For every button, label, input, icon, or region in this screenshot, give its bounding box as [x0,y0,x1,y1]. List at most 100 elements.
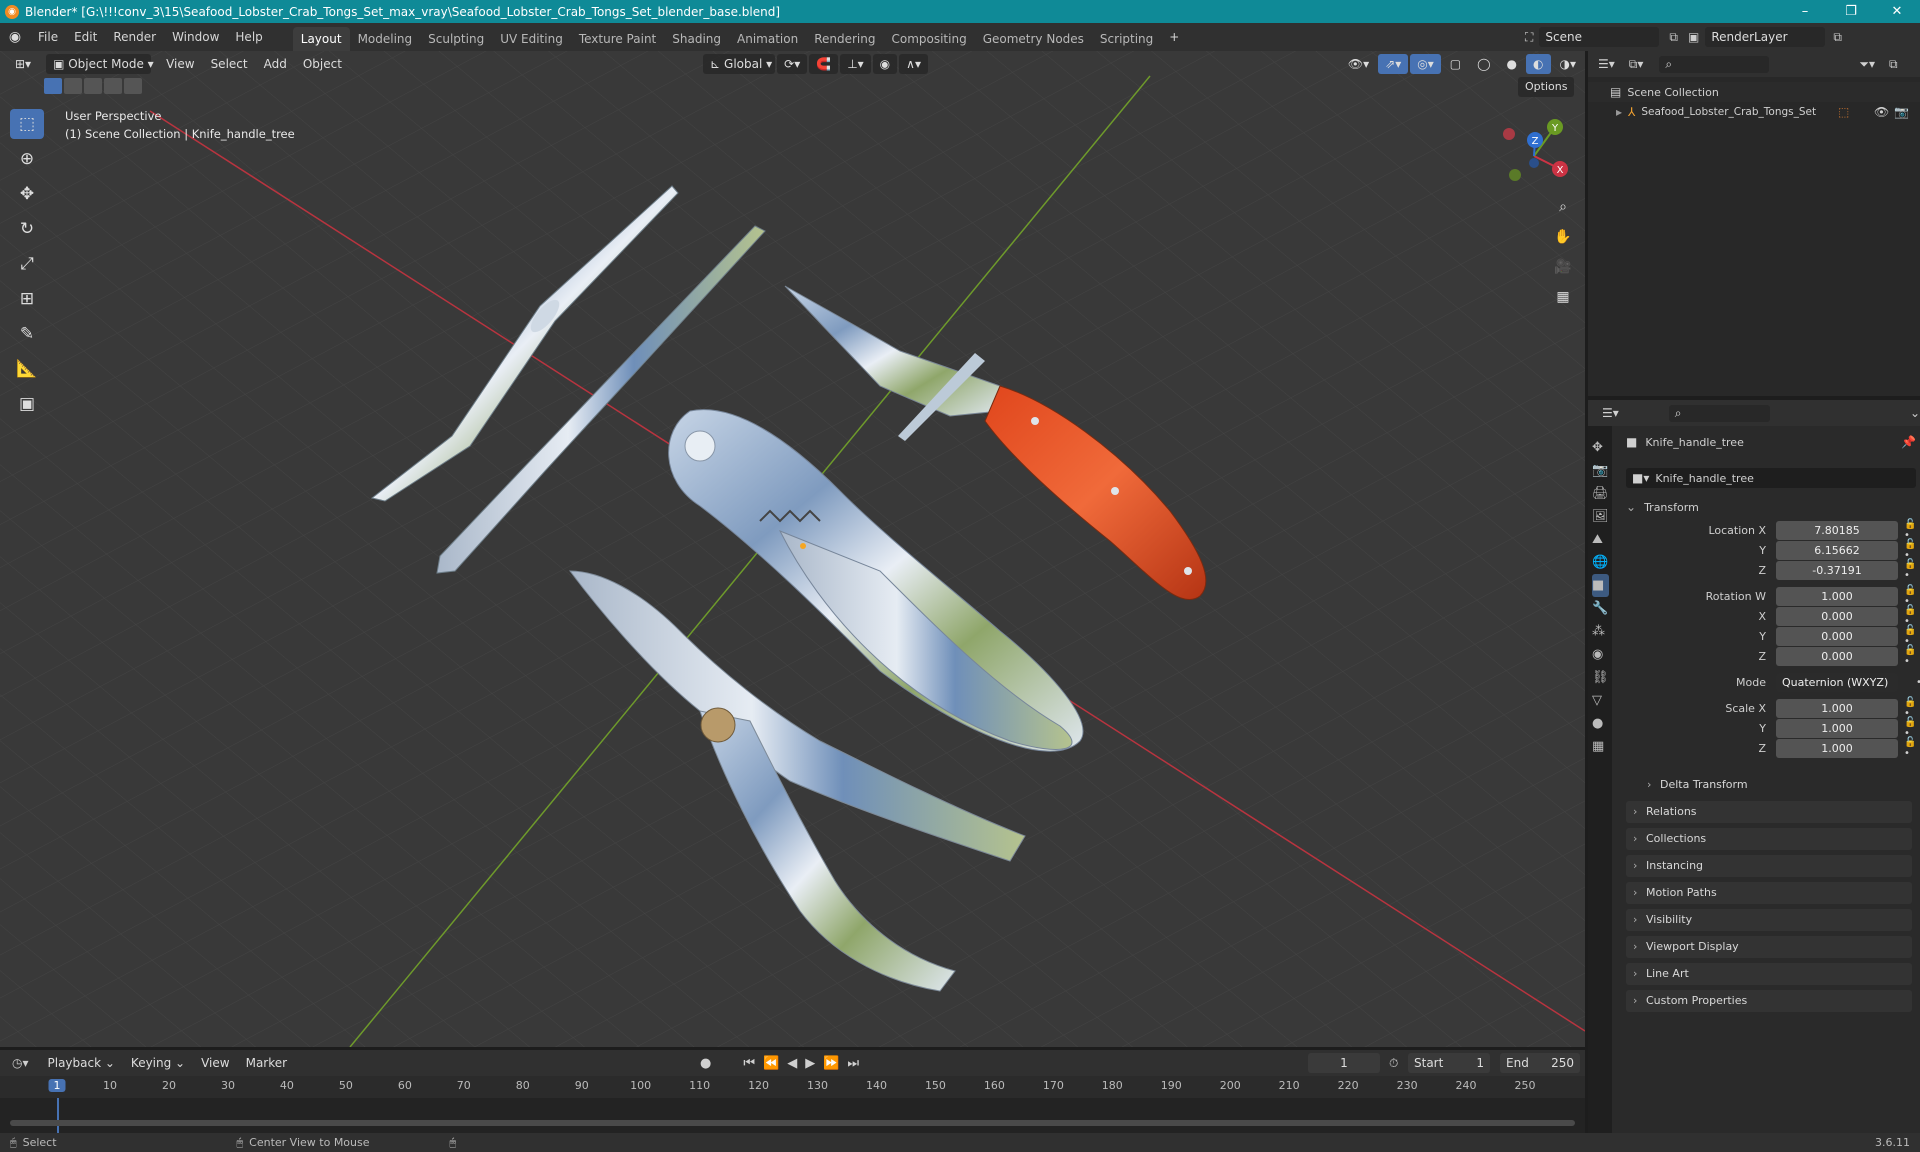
restore-button[interactable]: ❐ [1828,0,1874,23]
panel-visibility[interactable]: Visibility [1626,909,1912,931]
jump-end-icon[interactable]: ⏭ [847,1056,859,1071]
timeline-menu-playback[interactable]: Playback ⌄ [41,1053,122,1073]
rotation-z-field[interactable]: 0.000 [1776,646,1898,666]
snap-icon[interactable]: 🧲 [809,54,839,74]
pan-hand-icon[interactable]: ✋ [1550,224,1576,250]
tab-geometry-nodes[interactable]: Geometry Nodes [975,27,1092,51]
options-dropdown[interactable]: Options [1518,77,1575,97]
modifier-tab-icon[interactable]: 🔧 [1592,597,1609,620]
lock-rotation-z-icon[interactable]: 🔓• [1904,645,1916,667]
add-cube-tool-icon[interactable]: ▣ [10,389,44,419]
menu-window[interactable]: Window [164,26,227,48]
object-mode-dropdown[interactable]: ▣ Object Mode ▾ [46,54,154,74]
panel-delta-transform[interactable]: Delta Transform [1640,774,1912,796]
scale-tool-icon[interactable]: ⤢ [10,249,44,279]
material-shading-icon[interactable]: ◐ [1526,54,1551,74]
particles-tab-icon[interactable]: ⁂ [1592,620,1609,643]
menu-help[interactable]: Help [227,26,270,48]
properties-search-input[interactable]: ⌕ [1668,404,1770,422]
move-tool-icon[interactable]: ✥ [10,179,44,209]
timeline-menu-keying[interactable]: Keying ⌄ [124,1053,192,1073]
display-mode-icon[interactable]: ⧉▾ [1629,57,1644,72]
snap-target-icon[interactable]: ⊥▾ [840,54,871,74]
new-scene-icon[interactable]: ⧉ [1669,30,1678,45]
pivot-point-icon[interactable]: ⟳▾ [777,54,808,74]
lock-location-y-icon[interactable]: 🔓• [1904,539,1916,561]
transform-orientation-dropdown[interactable]: ⊾ Global ▾ [703,54,776,74]
props-editor-icon[interactable]: ☰▾ [1602,406,1619,420]
outliner-search-input[interactable]: ⌕ [1659,55,1770,73]
cursor-tool-icon[interactable]: ⊕ [10,144,44,174]
select-invert-icon[interactable] [104,78,122,94]
viewport-menu-add[interactable]: Add [257,54,294,74]
lock-rotation-x-icon[interactable]: 🔓• [1904,605,1916,627]
object-datablock-icon[interactable]: ■▾ [1632,471,1649,485]
new-collection-icon[interactable]: ⧉ [1889,57,1898,72]
filter-icon[interactable]: ⏷▾ [1859,57,1875,72]
output-tab-icon[interactable]: 🖨 [1592,482,1609,505]
playhead-frame-indicator[interactable]: 1 [48,1079,66,1092]
tab-shading[interactable]: Shading [664,27,729,51]
panel-motion-paths[interactable]: Motion Paths [1626,882,1912,904]
blender-menu-icon[interactable]: ◉ [0,29,30,45]
annotate-tool-icon[interactable]: ✎ [10,319,44,349]
panel-custom-properties[interactable]: Custom Properties [1626,990,1912,1012]
tab-texture-paint[interactable]: Texture Paint [571,27,664,51]
lock-scale-x-icon[interactable]: 🔓• [1904,697,1916,719]
world-tab-icon[interactable]: 🌐 [1592,551,1609,574]
next-keyframe-icon[interactable]: ⏩ [823,1056,839,1071]
rotation-x-field[interactable]: 0.000 [1776,606,1898,626]
overlay-toggle-icon[interactable]: ◎▾ [1410,54,1441,74]
record-keyframe-icon[interactable]: ● [700,1056,711,1071]
visibility-icon[interactable]: 👁▾ [1341,54,1376,74]
outliner-row-scene-collection[interactable]: ▤ Scene Collection [1588,82,1920,102]
viewport-menu-view[interactable]: View [159,54,201,74]
scale-y-field[interactable]: 1.000 [1776,718,1898,738]
physics-tab-icon[interactable]: ◉ [1592,643,1609,666]
add-workspace-button[interactable]: + [1161,26,1187,48]
transform-collapse-icon[interactable]: ⌄ [1626,500,1636,514]
lock-scale-z-icon[interactable]: 🔓• [1904,737,1916,759]
select-intersect-icon[interactable] [124,78,142,94]
3d-viewport[interactable]: X Y Z User Perspective (1) Scene Collect… [0,51,1585,1047]
tab-layout[interactable]: Layout [292,27,350,51]
timeline-scrollbar[interactable] [10,1120,1575,1126]
prev-keyframe-icon[interactable]: ⏪ [763,1056,779,1071]
object-name-field[interactable]: Knife_handle_tree [1655,472,1754,485]
panel-relations[interactable]: Relations [1626,801,1912,823]
transform-tool-icon[interactable]: ⊞ [10,284,44,314]
camera-view-icon[interactable]: 🎥 [1550,254,1576,280]
playhead-line[interactable] [57,1098,59,1138]
scale-z-field[interactable]: 1.000 [1776,738,1898,758]
tab-compositing[interactable]: Compositing [883,27,974,51]
panel-collections[interactable]: Collections [1626,828,1912,850]
rotation-mode-dropdown[interactable]: Quaternion (WXYZ)⌄ [1776,672,1898,708]
xray-icon[interactable]: ▢ [1443,54,1468,74]
end-frame-field[interactable]: End 250 [1500,1053,1580,1073]
lock-rotation-w-icon[interactable]: 🔓• [1904,585,1916,607]
solid-shading-icon[interactable]: ● [1500,54,1524,74]
render-visibility-icon[interactable]: 📷 [1894,105,1909,119]
scale-x-field[interactable]: 1.000 [1776,698,1898,718]
timeline-menu-marker[interactable]: Marker [239,1053,294,1073]
ortho-grid-icon[interactable]: ▦ [1550,284,1576,310]
falloff-icon[interactable]: ∧▾ [899,54,928,74]
current-frame-field[interactable]: 1 [1308,1053,1380,1073]
timeline-ruler[interactable]: 1 10 20 30 40 50 60 70 80 90 100 110 120 130 140 150 160… [0,1076,1585,1138]
tab-rendering[interactable]: Rendering [806,27,883,51]
texture-tab-icon[interactable]: ▦ [1592,735,1609,758]
rotation-w-field[interactable]: 1.000 [1776,586,1898,606]
menu-file[interactable]: File [30,26,66,48]
render-tab-icon[interactable]: 📷 [1592,459,1609,482]
preview-range-icon[interactable]: ⏱ [1389,1056,1398,1071]
menu-edit[interactable]: Edit [66,26,105,48]
tool-tab-icon[interactable]: ✥ [1592,436,1609,459]
timeline-editor-icon[interactable]: ◷▾ [12,1056,29,1070]
data-tab-icon[interactable]: ▽ [1592,689,1609,712]
play-icon[interactable]: ▶ [805,1056,815,1071]
lock-rotation-y-icon[interactable]: 🔓• [1904,625,1916,647]
viewport-menu-object[interactable]: Object [296,54,349,74]
viewport-menu-select[interactable]: Select [204,54,255,74]
scene-tab-icon[interactable]: ⛰ [1592,528,1609,551]
select-box-tool-icon[interactable]: ⬚ [10,109,44,139]
